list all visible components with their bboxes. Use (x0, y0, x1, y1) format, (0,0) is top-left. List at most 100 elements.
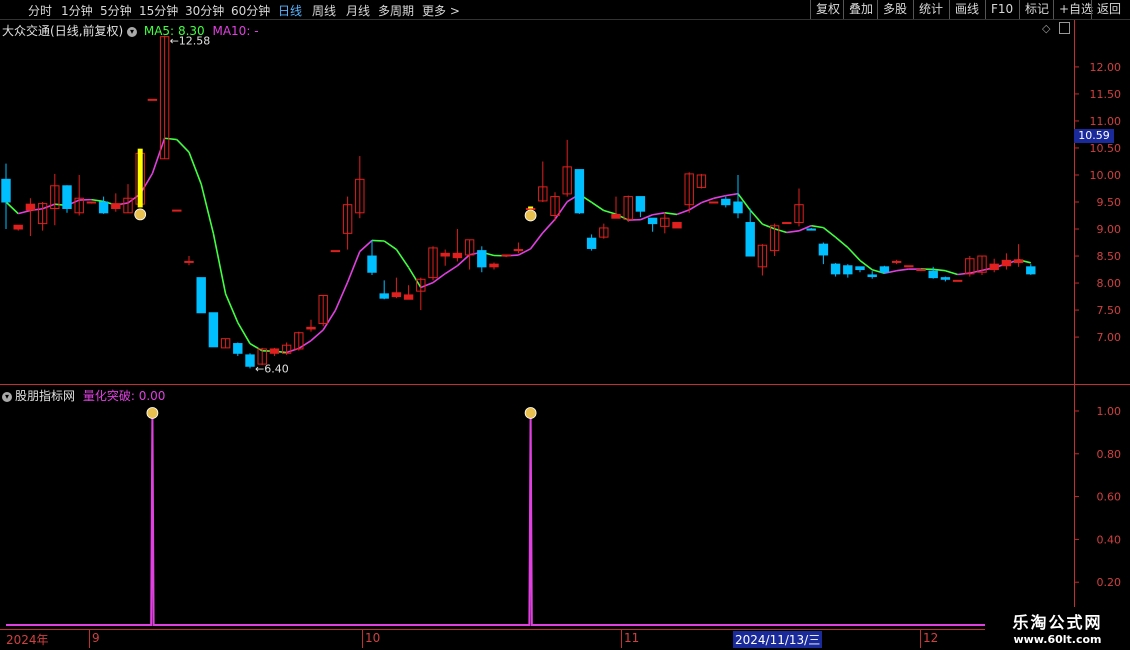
main-panel-title: 大众交通(日线,前复权) ▾ MA5: 8.30 MA10: - (2, 22, 259, 39)
timeframe-tab[interactable]: 月线 (346, 2, 370, 19)
indicator-tick-label: 0.80 (1097, 448, 1122, 461)
timeframe-tab[interactable]: 周线 (312, 2, 336, 19)
candle-body (477, 250, 487, 268)
timeframe-tab[interactable]: 1分钟 (61, 2, 93, 19)
ma5-segment (91, 198, 104, 203)
ma10-value: - (254, 24, 259, 38)
toolbar-button[interactable]: 统计 (913, 0, 948, 19)
toolbar-button[interactable]: 标记 (1019, 0, 1054, 19)
timeframe-tab[interactable]: 日线 (278, 2, 302, 19)
ma5-segment (444, 265, 458, 275)
candle-body (830, 263, 841, 275)
ma5-segment (212, 233, 227, 295)
low-price-marker: ←6.40 (255, 362, 289, 375)
date-axis-tick (920, 630, 921, 648)
candle-body (403, 294, 414, 300)
toolbar-button[interactable]: 复权 (810, 0, 845, 19)
stock-name: 大众交通 (2, 24, 51, 38)
ma5-segment (774, 228, 788, 234)
ma5-segment (822, 226, 837, 238)
candle-body (611, 213, 621, 219)
candle-body (391, 292, 402, 298)
ma5-segment (725, 192, 739, 197)
series-label: 量化突破: (82, 389, 135, 403)
price-tick-label: 8.50 (1097, 250, 1122, 263)
ma5-segment (676, 209, 690, 216)
candle-body (989, 263, 999, 271)
ma5-segment (713, 194, 726, 200)
candle-body (208, 312, 219, 348)
candle-body (879, 266, 890, 273)
candle-body (806, 228, 816, 231)
ma5-segment (249, 342, 263, 352)
ma5-segment (786, 230, 800, 234)
toolbar-button[interactable]: 多股 (877, 0, 912, 19)
candle-body (245, 354, 255, 367)
candle-body (379, 293, 389, 299)
watermark-title: 乐淘公式网 (1012, 613, 1103, 632)
money-bag-icon (524, 407, 537, 419)
candle-body (306, 326, 316, 330)
candle-body (196, 277, 206, 314)
toolbar-button[interactable]: 画线 (949, 0, 984, 19)
ma5-segment (945, 269, 958, 276)
signal-bar (528, 206, 534, 209)
indicator-tick-label: 1.00 (1097, 405, 1122, 418)
chevron-down-icon[interactable]: ▾ (2, 391, 12, 402)
price-tick-label: 9.00 (1097, 223, 1122, 236)
ma5-segment (811, 224, 824, 229)
date-axis-tick (362, 630, 363, 648)
toolbar-button[interactable]: 返回 (1091, 0, 1126, 19)
indicator-panel-title: ▾ 股朋指标网 量化突破: 0.00 (2, 387, 165, 404)
timeframe-tab[interactable]: 5分钟 (100, 2, 132, 19)
ma5-segment (237, 322, 251, 344)
timeframe-tab[interactable]: 60分钟 (231, 2, 270, 19)
candle-body (184, 260, 194, 263)
candle-body (489, 263, 499, 268)
date-axis: 2024年 9 10 11 12 2024/11/13/三 (0, 630, 1130, 650)
indicator-name: 股朋指标网 (15, 389, 76, 403)
timeframe-tab[interactable]: 15分钟 (139, 2, 178, 19)
timeframe-tab[interactable]: 更多 > (422, 2, 460, 19)
current-price-tag: 10.59 (1074, 129, 1114, 143)
watermark: 乐淘公式网 www.60lt.com (985, 607, 1130, 650)
candle-body (904, 265, 914, 268)
candle-body (513, 249, 524, 252)
date-axis-tick (89, 630, 90, 648)
period-note: (日线,前复权) (50, 24, 124, 38)
diamond-icon[interactable]: ◇ (1042, 22, 1050, 35)
stock-chart[interactable]: ←12.58←6.40 7.007.508.008.509.009.5010.0… (0, 0, 1130, 650)
date-axis-tick (621, 630, 622, 648)
price-tick-label: 10.50 (1090, 142, 1122, 155)
timeframe-tab[interactable]: 分时 (28, 2, 52, 19)
candle-body (855, 266, 865, 271)
candle-body (782, 222, 792, 225)
quant-breakout-line (6, 410, 1031, 626)
ma5-segment (322, 309, 337, 331)
date-axis-label: 2024年 (6, 633, 49, 647)
ma5-segment (200, 183, 215, 234)
candle-body (721, 198, 731, 206)
watermark-url: www.60lt.com (1013, 633, 1102, 646)
candle-body (733, 201, 743, 214)
candle-body (172, 209, 182, 212)
candle-body (330, 250, 341, 253)
timeframe-tab[interactable]: 多周期 (378, 2, 414, 19)
candle-body (452, 252, 463, 259)
timeframe-tab[interactable]: 30分钟 (185, 2, 224, 19)
date-axis-label: 9 (92, 631, 100, 645)
chevron-down-icon[interactable]: ▾ (127, 26, 138, 37)
price-tick-label: 8.00 (1097, 277, 1122, 290)
ma5-segment (652, 212, 665, 216)
candle-body (818, 243, 829, 256)
ma5-label: MA5: (143, 24, 175, 38)
ma5-segment (346, 251, 361, 283)
panel-toggle-icon[interactable] (1059, 22, 1070, 34)
price-tick-label: 7.50 (1097, 304, 1122, 317)
ma5-segment (224, 293, 239, 323)
toolbar-button[interactable]: F10 (985, 0, 1018, 19)
money-bag-icon (524, 209, 537, 222)
ma5-segment (407, 267, 422, 288)
toolbar-button[interactable]: 叠加 (843, 0, 878, 19)
ma5-segment (542, 218, 556, 234)
